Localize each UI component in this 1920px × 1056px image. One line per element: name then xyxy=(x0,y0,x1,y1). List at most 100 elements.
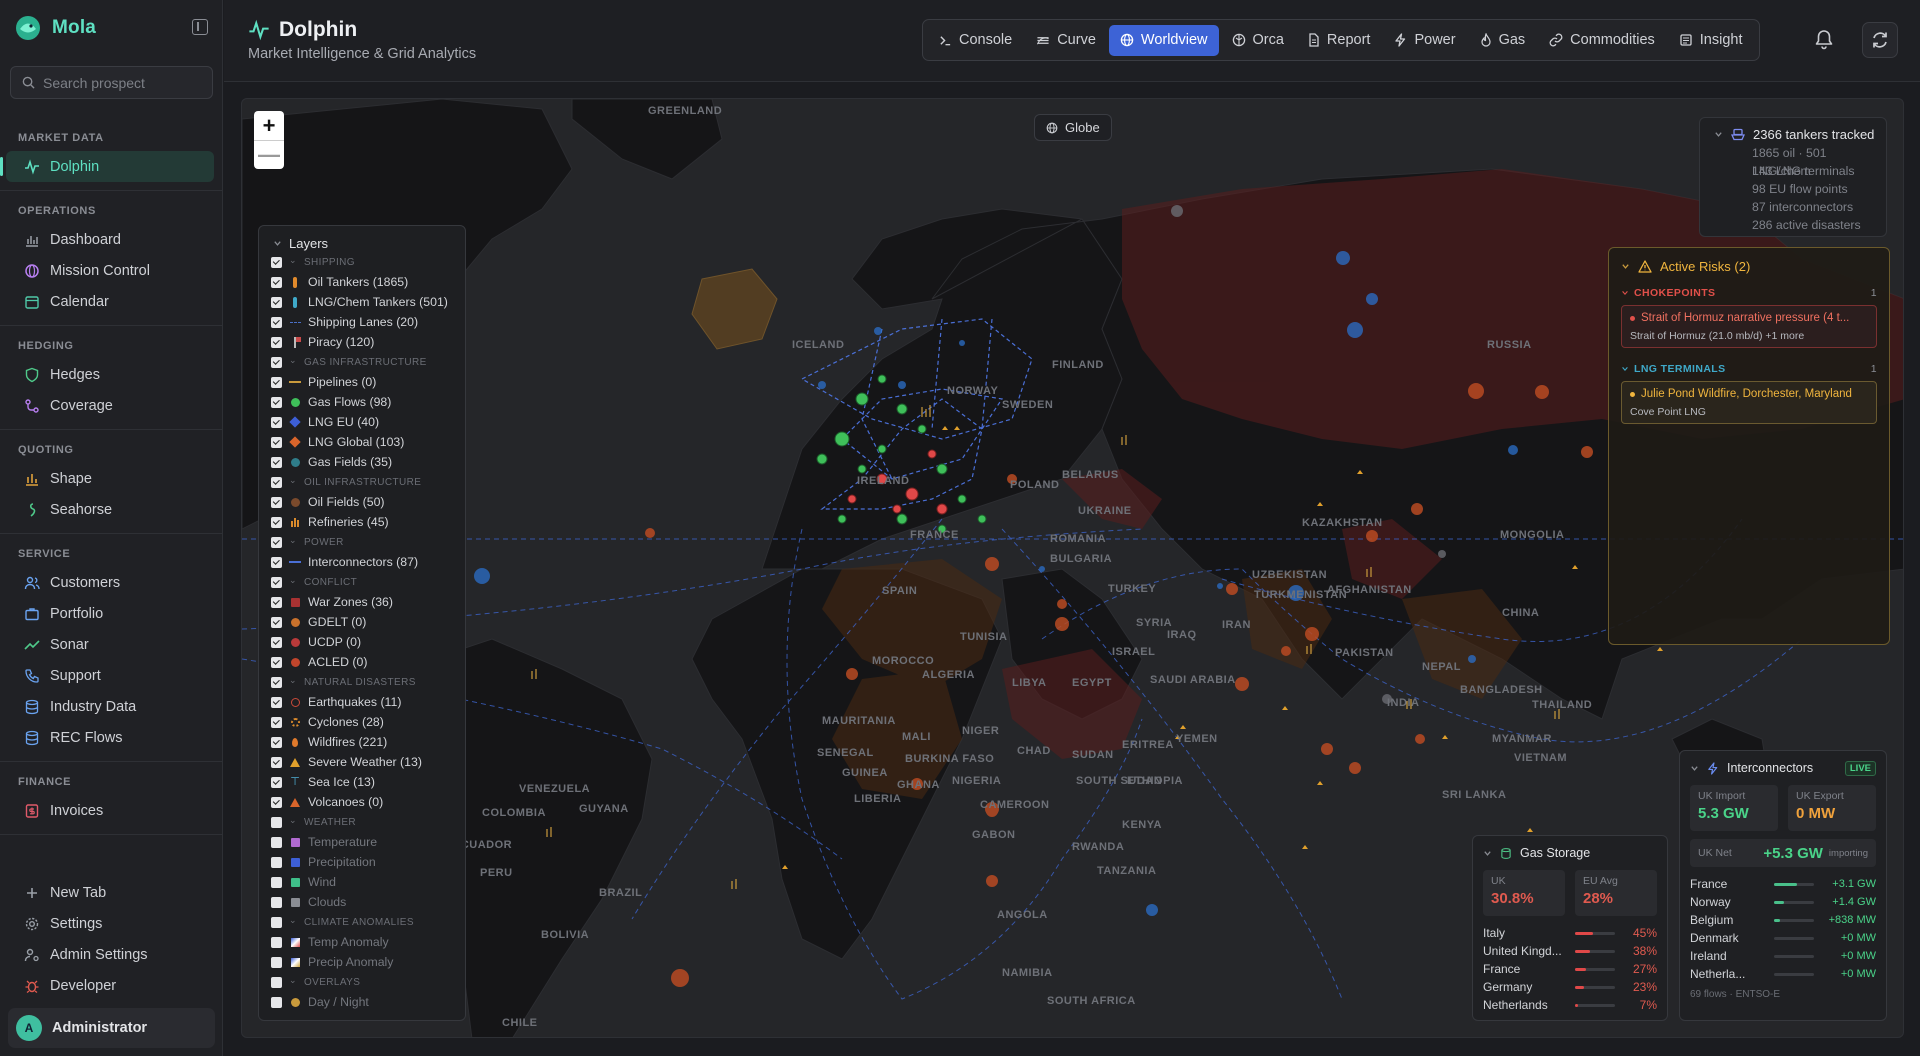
sidebar-item-rec-flows[interactable]: REC Flows xyxy=(6,722,214,753)
layer-checkbox[interactable] xyxy=(271,336,282,348)
layer-toggle[interactable]: ⊤ Sea Ice (13) xyxy=(271,772,465,792)
layer-toggle[interactable]: ACLED (0) xyxy=(271,652,465,672)
layer-checkbox[interactable] xyxy=(271,436,282,448)
sidebar-item-admin-settings[interactable]: Admin Settings xyxy=(6,939,214,970)
layer-checkbox[interactable] xyxy=(271,976,282,988)
layer-toggle[interactable]: Shipping Lanes (20) xyxy=(271,312,465,332)
layer-checkbox[interactable] xyxy=(271,876,282,888)
layer-toggle[interactable]: War Zones (36) xyxy=(271,592,465,612)
layer-checkbox[interactable] xyxy=(271,576,282,588)
risk-section-chokepoints[interactable]: CHOKEPOINTS 1 xyxy=(1621,286,1877,300)
layer-checkbox[interactable] xyxy=(271,816,282,828)
layer-toggle[interactable]: Piracy (120) xyxy=(271,332,465,352)
refresh-button[interactable] xyxy=(1862,22,1898,58)
sidebar-item-hedges[interactable]: Hedges xyxy=(6,359,214,390)
gas-storage-header[interactable]: Gas Storage xyxy=(1483,844,1657,862)
layer-toggle[interactable]: GDELT (0) xyxy=(271,612,465,632)
layer-toggle[interactable]: Precip Anomaly xyxy=(271,952,465,972)
tab-orca[interactable]: Orca xyxy=(1221,25,1295,56)
sidebar-item-customers[interactable]: Customers xyxy=(6,567,214,598)
risk-card[interactable]: Julie Pond Wildfire, Dorchester, Marylan… xyxy=(1621,381,1877,424)
layer-section-header[interactable]: ⌄ NATURAL DISASTERS xyxy=(271,672,465,692)
layer-section-header[interactable]: ⌄ SHIPPING xyxy=(271,252,465,272)
sidebar-item-sonar[interactable]: Sonar xyxy=(6,629,214,660)
layer-checkbox[interactable] xyxy=(271,496,282,508)
layer-checkbox[interactable] xyxy=(271,796,282,808)
layer-section-header[interactable]: ⌄ GAS INFRASTRUCTURE xyxy=(271,352,465,372)
bell-icon[interactable] xyxy=(1814,29,1834,50)
layer-checkbox[interactable] xyxy=(271,476,282,488)
globe-toggle-button[interactable]: Globe xyxy=(1034,114,1112,141)
layer-toggle[interactable]: Oil Tankers (1865) xyxy=(271,272,465,292)
layer-checkbox[interactable] xyxy=(271,296,282,308)
layer-toggle[interactable]: Earthquakes (11) xyxy=(271,692,465,712)
sidebar-item-support[interactable]: Support xyxy=(6,660,214,691)
tab-insight[interactable]: Insight xyxy=(1668,25,1754,56)
layer-toggle[interactable]: Temperature xyxy=(271,832,465,852)
layer-checkbox[interactable] xyxy=(271,596,282,608)
layers-header[interactable]: Layers xyxy=(271,236,465,251)
layer-section-header[interactable]: ⌄ OIL INFRASTRUCTURE xyxy=(271,472,465,492)
tab-power[interactable]: Power xyxy=(1383,25,1466,56)
layer-toggle[interactable]: Pipelines (0) xyxy=(271,372,465,392)
layer-checkbox[interactable] xyxy=(271,676,282,688)
zoom-in-button[interactable]: + xyxy=(254,111,284,140)
layer-toggle[interactable]: Wildfires (221) xyxy=(271,732,465,752)
layer-toggle[interactable]: Gas Flows (98) xyxy=(271,392,465,412)
tab-commodities[interactable]: Commodities xyxy=(1538,25,1666,56)
layer-checkbox[interactable] xyxy=(271,276,282,288)
layer-toggle[interactable]: Temp Anomaly xyxy=(271,932,465,952)
layer-toggle[interactable]: Wind xyxy=(271,872,465,892)
zoom-out-button[interactable]: — xyxy=(254,140,284,169)
world-map[interactable]: GREENLAND ICELAND FINLAND NORWAY SWEDEN RUSSI… xyxy=(241,98,1904,1038)
sidebar-item-portfolio[interactable]: Portfolio xyxy=(6,598,214,629)
stats-header[interactable]: 2366 tankers tracked xyxy=(1714,124,1886,144)
sidebar-item-dolphin[interactable]: Dolphin xyxy=(0,151,214,182)
layer-checkbox[interactable] xyxy=(271,356,282,368)
layer-checkbox[interactable] xyxy=(271,376,282,388)
collapse-sidebar-icon[interactable] xyxy=(192,19,208,35)
new-tab-button[interactable]: New Tab xyxy=(6,877,214,908)
sidebar-item-dashboard[interactable]: Dashboard xyxy=(6,224,214,255)
layer-section-header[interactable]: ⌄ WEATHER xyxy=(271,812,465,832)
sidebar-item-seahorse[interactable]: Seahorse xyxy=(6,494,214,525)
search-box[interactable] xyxy=(10,66,213,99)
layer-section-header[interactable]: ⌄ CONFLICT xyxy=(271,572,465,592)
layer-checkbox[interactable] xyxy=(271,856,282,868)
sidebar-item-shape[interactable]: Shape xyxy=(6,463,214,494)
layer-checkbox[interactable] xyxy=(271,716,282,728)
layer-checkbox[interactable] xyxy=(271,836,282,848)
sidebar-item-developer[interactable]: Developer xyxy=(6,970,214,1001)
layer-checkbox[interactable] xyxy=(271,416,282,428)
layer-checkbox[interactable] xyxy=(271,316,282,328)
layer-toggle[interactable]: UCDP (0) xyxy=(271,632,465,652)
layer-section-header[interactable]: ⌄ POWER xyxy=(271,532,465,552)
layer-checkbox[interactable] xyxy=(271,536,282,548)
layer-toggle[interactable]: Day / Night xyxy=(271,992,465,1012)
sidebar-item-invoices[interactable]: Invoices xyxy=(6,795,214,826)
sidebar-item-industry-data[interactable]: Industry Data xyxy=(6,691,214,722)
search-input[interactable] xyxy=(43,74,203,91)
layer-toggle[interactable]: Clouds xyxy=(271,892,465,912)
layer-checkbox[interactable] xyxy=(271,636,282,648)
layer-section-header[interactable]: ⌄ CLIMATE ANOMALIES xyxy=(271,912,465,932)
layer-checkbox[interactable] xyxy=(271,896,282,908)
layer-checkbox[interactable] xyxy=(271,616,282,628)
layer-checkbox[interactable] xyxy=(271,736,282,748)
layer-toggle[interactable]: Precipitation xyxy=(271,852,465,872)
layer-checkbox[interactable] xyxy=(271,256,282,268)
tab-console[interactable]: Console xyxy=(928,25,1023,56)
layer-checkbox[interactable] xyxy=(271,756,282,768)
layer-checkbox[interactable] xyxy=(271,956,282,968)
risk-section-lng-terminals[interactable]: LNG TERMINALS 1 xyxy=(1621,362,1877,376)
layer-checkbox[interactable] xyxy=(271,556,282,568)
sidebar-item-calendar[interactable]: Calendar xyxy=(6,286,214,317)
user-menu[interactable]: A Administrator xyxy=(8,1008,215,1048)
layer-toggle[interactable]: LNG/Chem Tankers (501) xyxy=(271,292,465,312)
brand[interactable]: Mola xyxy=(14,14,96,42)
layer-checkbox[interactable] xyxy=(271,516,282,528)
layer-toggle[interactable]: Gas Fields (35) xyxy=(271,452,465,472)
sidebar-item-coverage[interactable]: Coverage xyxy=(6,390,214,421)
layer-checkbox[interactable] xyxy=(271,396,282,408)
risks-header[interactable]: Active Risks (2) xyxy=(1621,256,1877,276)
